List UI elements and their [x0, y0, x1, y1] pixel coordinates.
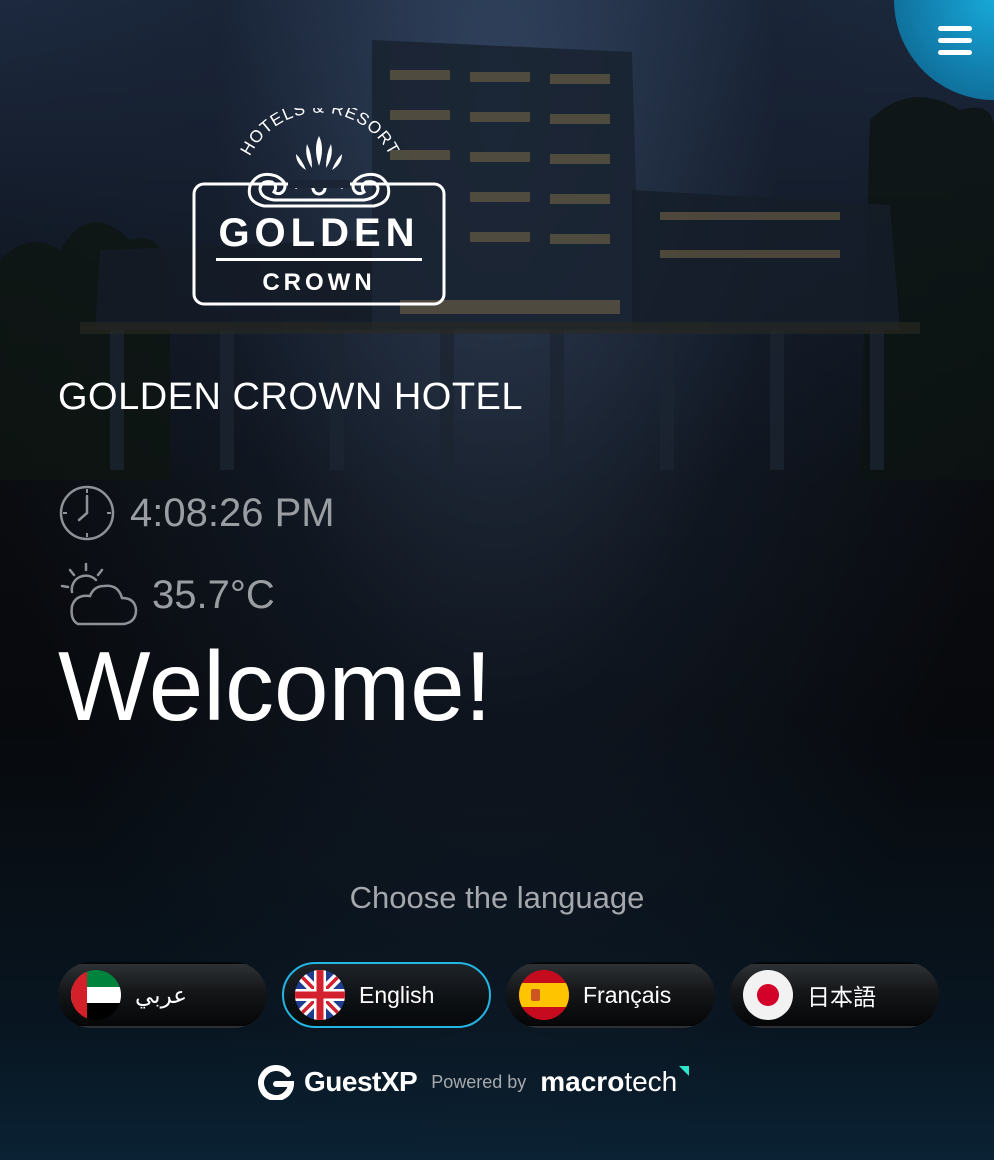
powered-by-label: Powered by	[431, 1071, 527, 1092]
uk-flag-icon	[295, 970, 345, 1020]
hamburger-menu-icon	[938, 26, 972, 62]
language-label: 日本語	[807, 984, 876, 1010]
language-option-japanese[interactable]: 日本語	[730, 962, 939, 1028]
language-option-arabic[interactable]: عربي	[58, 962, 267, 1028]
spain-flag-icon	[519, 970, 569, 1020]
macrotech-brand: macrotech	[540, 1066, 690, 1098]
current-temperature: 35.7°C	[152, 572, 275, 617]
language-option-english[interactable]: English	[282, 962, 491, 1028]
language-prompt: Choose the language	[349, 880, 645, 915]
macrotech-brand-rest: tech	[624, 1066, 678, 1097]
logo-main-text: GOLDEN	[218, 211, 419, 255]
language-selector: عربي English Français 日本語	[58, 962, 939, 1028]
language-label: English	[359, 981, 435, 1008]
welcome-heading: Welcome!	[58, 631, 492, 741]
guestxp-brand: GuestXP	[304, 1066, 418, 1097]
weather-display: 35.7°C	[58, 562, 275, 628]
macrotech-accent-icon	[679, 1066, 690, 1076]
time-display: 4:08:26 PM	[58, 484, 335, 542]
guestxp-logo-icon	[258, 1065, 294, 1100]
current-time: 4:08:26 PM	[130, 490, 335, 535]
language-option-french[interactable]: Français	[506, 962, 715, 1028]
japan-flag-icon	[743, 970, 793, 1020]
language-label: عربي	[135, 981, 187, 1008]
logo-sub-text: CROWN	[262, 269, 375, 296]
macrotech-brand-bold: macro	[540, 1066, 625, 1097]
clock-icon	[59, 485, 115, 541]
language-label: Français	[583, 981, 672, 1008]
footer-branding: GuestXP Powered by macrotech	[258, 1064, 690, 1100]
hotel-name: GOLDEN CROWN HOTEL	[58, 376, 524, 418]
partly-cloudy-icon	[60, 562, 138, 626]
uae-flag-icon	[71, 970, 121, 1020]
golden-crown-logo: HOTELS & RESORT GOLDEN CROWN	[192, 108, 446, 306]
